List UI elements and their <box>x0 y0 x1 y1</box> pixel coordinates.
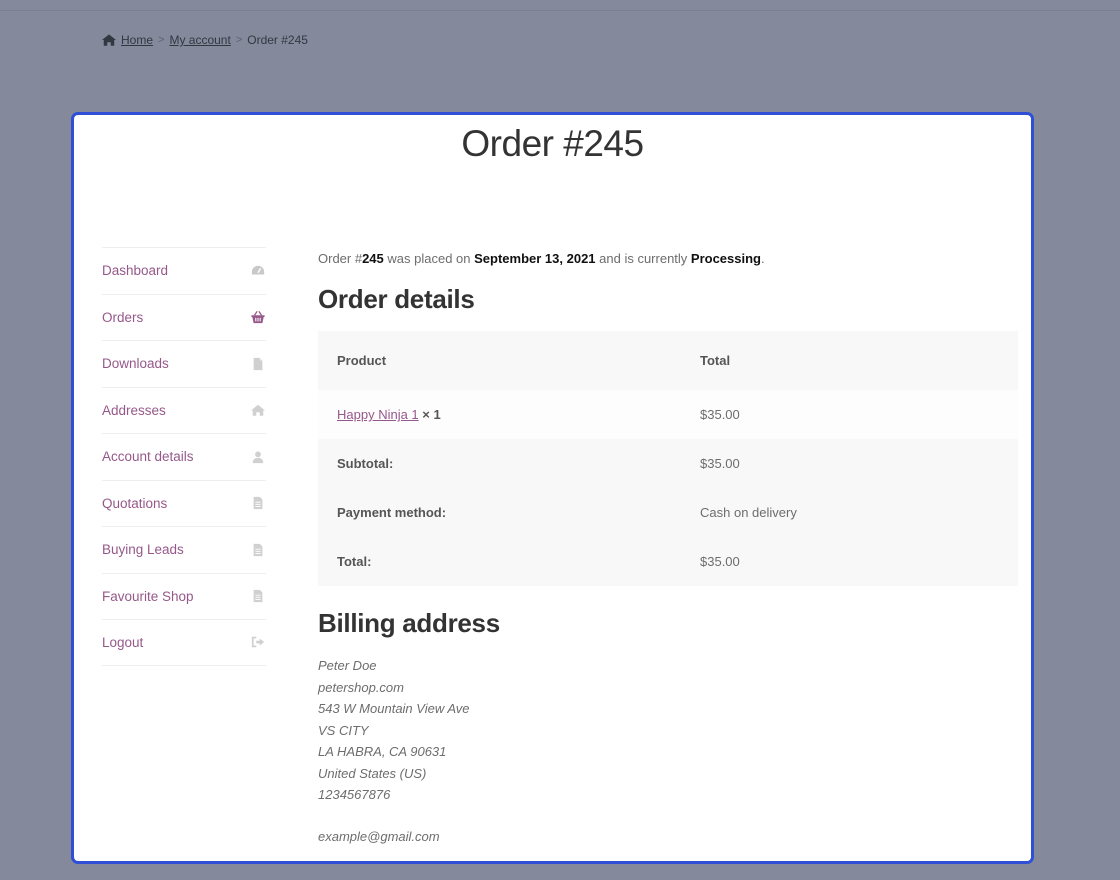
subtotal-row: Subtotal: $35.00 <box>318 439 1018 488</box>
breadcrumb-current: Order #245 <box>247 33 308 47</box>
total-value: $35.00 <box>700 554 740 569</box>
billing-company: petershop.com <box>318 679 404 695</box>
column-header-product: Product <box>337 353 387 368</box>
nav-item-label: Account details <box>102 449 194 465</box>
billing-country: United States (US) <box>318 765 427 781</box>
nav-item-label: Logout <box>102 634 144 650</box>
billing-phone: 1234567876 <box>318 787 391 802</box>
order-details-table: Product Total Happy Ninja 1 × 1 $35.00 S… <box>318 331 1018 586</box>
status-placed-text: was placed on <box>383 251 475 266</box>
breadcrumb-my-account-link[interactable]: My account <box>169 33 230 47</box>
nav-item-label: Dashboard <box>102 263 169 279</box>
nav-item-label: Buying Leads <box>102 542 184 558</box>
billing-city: VS CITY <box>318 722 369 738</box>
order-date: September 13, 2021 <box>474 251 596 266</box>
nav-item-orders[interactable]: Orders <box>102 293 266 341</box>
basket-icon <box>250 309 266 325</box>
document-icon <box>250 588 266 604</box>
order-panel: Order #245 Dashboard Orders Downloads Ad… <box>71 112 1034 864</box>
file-icon <box>250 356 266 372</box>
order-number: 245 <box>362 251 384 266</box>
billing-address: Peter Doe petershop.com 543 W Mountain V… <box>318 655 1018 847</box>
nav-item-label: Orders <box>102 309 144 325</box>
nav-item-quotations[interactable]: Quotations <box>102 479 266 527</box>
total-label: Total: <box>337 554 372 569</box>
nav-item-buying-leads[interactable]: Buying Leads <box>102 526 266 573</box>
nav-item-label: Quotations <box>102 495 168 511</box>
column-header-total: Total <box>700 353 731 368</box>
order-status-message: Order #245 was placed on September 13, 2… <box>318 251 1018 266</box>
nav-item-account-details[interactable]: Account details <box>102 433 266 480</box>
billing-email: example@gmail.com <box>318 828 440 844</box>
breadcrumb-separator: > <box>158 34 165 46</box>
billing-name: Peter Doe <box>318 658 377 673</box>
table-row: Happy Ninja 1 × 1 $35.00 <box>318 390 1018 439</box>
document-icon <box>250 495 266 511</box>
billing-region: LA HABRA, CA 90631 <box>318 744 447 759</box>
order-details-heading: Order details <box>318 284 475 314</box>
breadcrumb-home-link[interactable]: Home <box>121 33 153 47</box>
order-content: Order #245 was placed on September 13, 2… <box>318 245 1018 847</box>
top-divider <box>0 10 1120 11</box>
home-icon <box>250 402 266 418</box>
logout-icon <box>250 634 266 650</box>
document-icon <box>250 542 266 558</box>
nav-item-label: Addresses <box>102 402 166 418</box>
billing-address-heading: Billing address <box>318 608 500 638</box>
breadcrumb: Home > My account > Order #245 <box>102 33 308 47</box>
product-link[interactable]: Happy Ninja 1 <box>337 407 419 422</box>
subtotal-value: $35.00 <box>700 456 740 471</box>
product-quantity: × 1 <box>422 407 441 422</box>
nav-item-addresses[interactable]: Addresses <box>102 386 266 434</box>
dashboard-icon <box>250 263 266 279</box>
table-header-row: Product Total <box>318 331 1018 390</box>
account-navigation: Dashboard Orders Downloads Addresses Acc… <box>102 247 266 666</box>
status-text: and is currently <box>595 251 691 266</box>
nav-item-label: Favourite Shop <box>102 588 194 604</box>
nav-item-favourite-shop[interactable]: Favourite Shop <box>102 572 266 620</box>
payment-method-value: Cash on delivery <box>700 505 797 520</box>
billing-street: 543 W Mountain View Ave <box>318 701 470 716</box>
home-icon <box>102 34 116 46</box>
page-title: Order #245 <box>461 123 644 164</box>
breadcrumb-separator: > <box>235 34 243 46</box>
total-row: Total: $35.00 <box>318 537 1018 586</box>
user-icon <box>250 449 266 465</box>
product-total: $35.00 <box>700 407 740 422</box>
nav-item-dashboard[interactable]: Dashboard <box>102 247 266 294</box>
nav-item-logout[interactable]: Logout <box>102 619 266 666</box>
nav-item-downloads[interactable]: Downloads <box>102 340 266 387</box>
nav-item-label: Downloads <box>102 356 169 372</box>
subtotal-label: Subtotal: <box>337 456 394 471</box>
payment-method-row: Payment method: Cash on delivery <box>318 488 1018 537</box>
payment-method-label: Payment method: <box>337 505 447 520</box>
status-prefix: Order # <box>318 251 363 266</box>
product-cell: Happy Ninja 1 × 1 <box>318 390 681 439</box>
status-suffix: . <box>761 251 765 266</box>
order-status: Processing <box>690 251 761 266</box>
